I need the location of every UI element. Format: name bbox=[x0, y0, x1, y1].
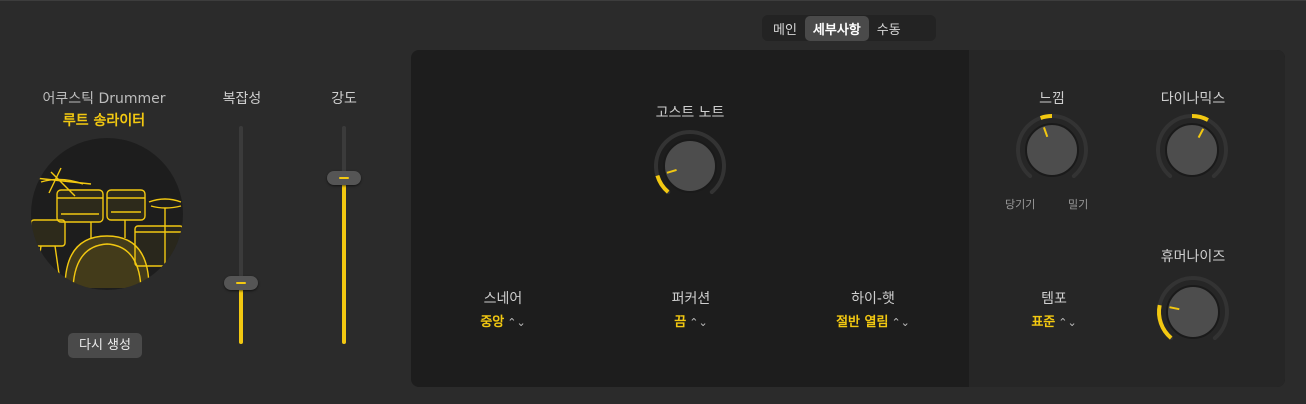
hihat-value: 절반 열림 bbox=[836, 315, 889, 330]
tab-main[interactable]: 메인 bbox=[765, 16, 805, 41]
knob-body bbox=[1166, 285, 1220, 339]
loudness-label: 강도 bbox=[331, 91, 357, 107]
loudness-fill bbox=[342, 178, 346, 344]
knob-body bbox=[663, 139, 717, 193]
drummer-style[interactable]: 루트 송라이터 bbox=[38, 110, 170, 130]
complexity-label: 복잡성 bbox=[222, 91, 262, 107]
complexity-slider-thumb[interactable] bbox=[224, 275, 258, 290]
snare-value: 중앙 bbox=[480, 315, 505, 330]
knob-graphic bbox=[1016, 114, 1088, 179]
knob-graphic bbox=[1157, 276, 1229, 341]
snare-selector[interactable]: 중앙 ⌃⌄ bbox=[463, 311, 543, 330]
feel-label: 느낌 bbox=[1039, 91, 1065, 107]
tab-details[interactable]: 세부사항 bbox=[804, 15, 869, 41]
feel-knob[interactable] bbox=[1014, 112, 1090, 188]
percussion-selector[interactable]: 끔 ⌃⌄ bbox=[651, 311, 731, 330]
drum-kit-icon[interactable] bbox=[31, 138, 183, 290]
knob-graphic bbox=[1156, 114, 1228, 179]
ghost-notes-label: 고스트 노트 bbox=[655, 105, 725, 121]
details-panel: 고스트 노트 스네어 중앙 ⌃⌄ 퍼커션 끔 ⌃⌄ 하이-햇 절반 열림 ⌃⌄ 느낌 … bbox=[411, 50, 1285, 387]
updown-arrows-icon: ⌃⌄ bbox=[891, 316, 910, 329]
tempo-value: 표준 bbox=[1031, 315, 1056, 330]
dynamics-label: 다이나믹스 bbox=[1160, 91, 1226, 107]
knob-graphic bbox=[654, 130, 726, 195]
updown-arrows-icon: ⌃⌄ bbox=[507, 316, 526, 329]
top-divider bbox=[0, 0, 1306, 1]
updown-arrows-icon: ⌃⌄ bbox=[689, 316, 708, 329]
complexity-fill bbox=[239, 282, 243, 344]
knob-body bbox=[1165, 123, 1219, 177]
feel-push-label: 밀기 bbox=[1068, 198, 1089, 211]
knob-body bbox=[1025, 123, 1079, 177]
hihat-label: 하이-햇 bbox=[851, 291, 895, 307]
hihat-selector[interactable]: 절반 열림 ⌃⌄ bbox=[823, 311, 923, 330]
dynamics-knob[interactable] bbox=[1154, 112, 1230, 188]
humanize-knob[interactable] bbox=[1155, 274, 1231, 350]
feel-pull-label: 당기기 bbox=[1005, 198, 1036, 211]
regenerate-button[interactable]: 다시 생성 bbox=[68, 333, 142, 358]
percussion-value: 끔 bbox=[674, 315, 687, 330]
snare-label: 스네어 bbox=[483, 291, 523, 307]
drummer-name: 어쿠스틱 Drummer bbox=[42, 91, 166, 107]
updown-arrows-icon: ⌃⌄ bbox=[1058, 316, 1077, 329]
knob-value-arc bbox=[1039, 114, 1053, 120]
view-tabs: 메인 세부사항 수동 bbox=[762, 15, 936, 41]
percussion-label: 퍼커션 bbox=[671, 291, 711, 307]
ghost-notes-knob[interactable] bbox=[652, 128, 728, 204]
loudness-slider-thumb[interactable] bbox=[327, 171, 361, 186]
tab-manual[interactable]: 수동 bbox=[869, 16, 909, 41]
tempo-label: 템포 bbox=[1041, 291, 1067, 307]
humanize-label: 휴머나이즈 bbox=[1160, 249, 1226, 265]
tempo-selector[interactable]: 표준 ⌃⌄ bbox=[1014, 311, 1094, 330]
